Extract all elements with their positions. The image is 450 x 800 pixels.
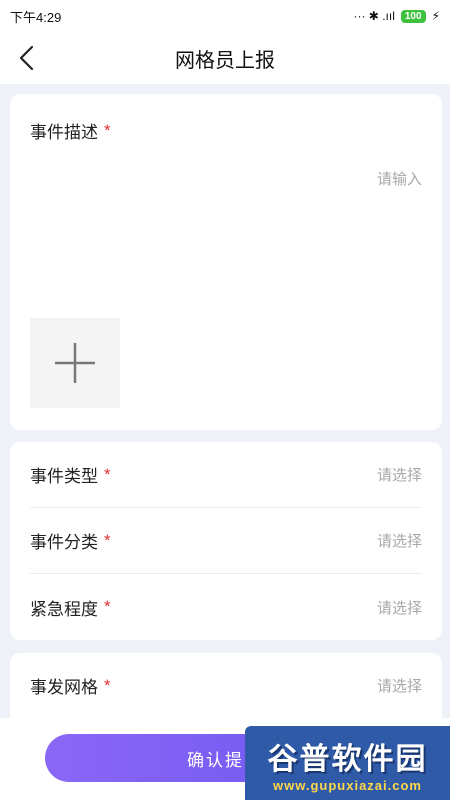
- battery-icon: 100: [400, 9, 426, 23]
- back-button[interactable]: [14, 44, 42, 72]
- event-grid-row[interactable]: 事发网格 * 请选择: [30, 653, 422, 719]
- watermark-logo: 谷普软件园 www.gupuxiazai.com: [245, 726, 450, 800]
- description-input[interactable]: 请输入: [377, 168, 422, 189]
- required-mark: *: [104, 120, 111, 140]
- urgency-select[interactable]: 请选择: [377, 597, 422, 618]
- signal-wifi-icons: ··· ✱ .ııl: [353, 9, 395, 23]
- description-label-row: 事件描述 *: [30, 118, 111, 143]
- urgency-label-row: 紧急程度 *: [30, 595, 111, 620]
- description-label: 事件描述: [30, 123, 98, 142]
- required-mark: *: [104, 675, 111, 695]
- add-image-button[interactable]: [30, 318, 120, 408]
- status-bar: 下午4:29 ··· ✱ .ııl 100 ⚡: [0, 0, 450, 32]
- event-type-row[interactable]: 事件类型 * 请选择: [30, 442, 422, 508]
- status-indicators: ··· ✱ .ııl 100 ⚡: [353, 9, 440, 23]
- event-type-select[interactable]: 请选择: [377, 464, 422, 485]
- navigation-bar: 网格员上报: [0, 32, 450, 84]
- event-grid-label: 事发网格: [30, 678, 98, 697]
- required-mark: *: [104, 530, 111, 550]
- event-type-label: 事件类型: [30, 467, 98, 486]
- required-mark: *: [104, 464, 111, 484]
- event-category-row[interactable]: 事件分类 * 请选择: [30, 508, 422, 574]
- urgency-label: 紧急程度: [30, 599, 98, 619]
- required-mark: *: [104, 597, 111, 616]
- event-category-label-row: 事件分类 *: [30, 528, 111, 553]
- page-title: 网格员上报: [175, 49, 275, 72]
- status-time: 下午4:29: [10, 9, 62, 25]
- event-grid-select[interactable]: 请选择: [377, 675, 422, 696]
- urgency-row[interactable]: 紧急程度 * 请选择: [30, 574, 422, 640]
- plus-icon: [55, 343, 95, 383]
- charging-icon: ⚡: [431, 9, 440, 23]
- event-grid-label-row: 事发网格 *: [30, 673, 111, 698]
- event-category-select[interactable]: 请选择: [377, 530, 422, 551]
- event-category-label: 事件分类: [30, 533, 98, 552]
- event-attributes-card: 事件类型 * 请选择 事件分类 * 请选择 紧急程度 * 请选择: [10, 442, 442, 640]
- chevron-left-icon: [19, 45, 34, 71]
- event-type-label-row: 事件类型 *: [30, 462, 111, 487]
- watermark-url: www.gupuxiazai.com: [273, 777, 422, 793]
- watermark-title: 谷普软件园: [267, 742, 428, 776]
- description-card: 事件描述 * 请输入: [10, 94, 442, 430]
